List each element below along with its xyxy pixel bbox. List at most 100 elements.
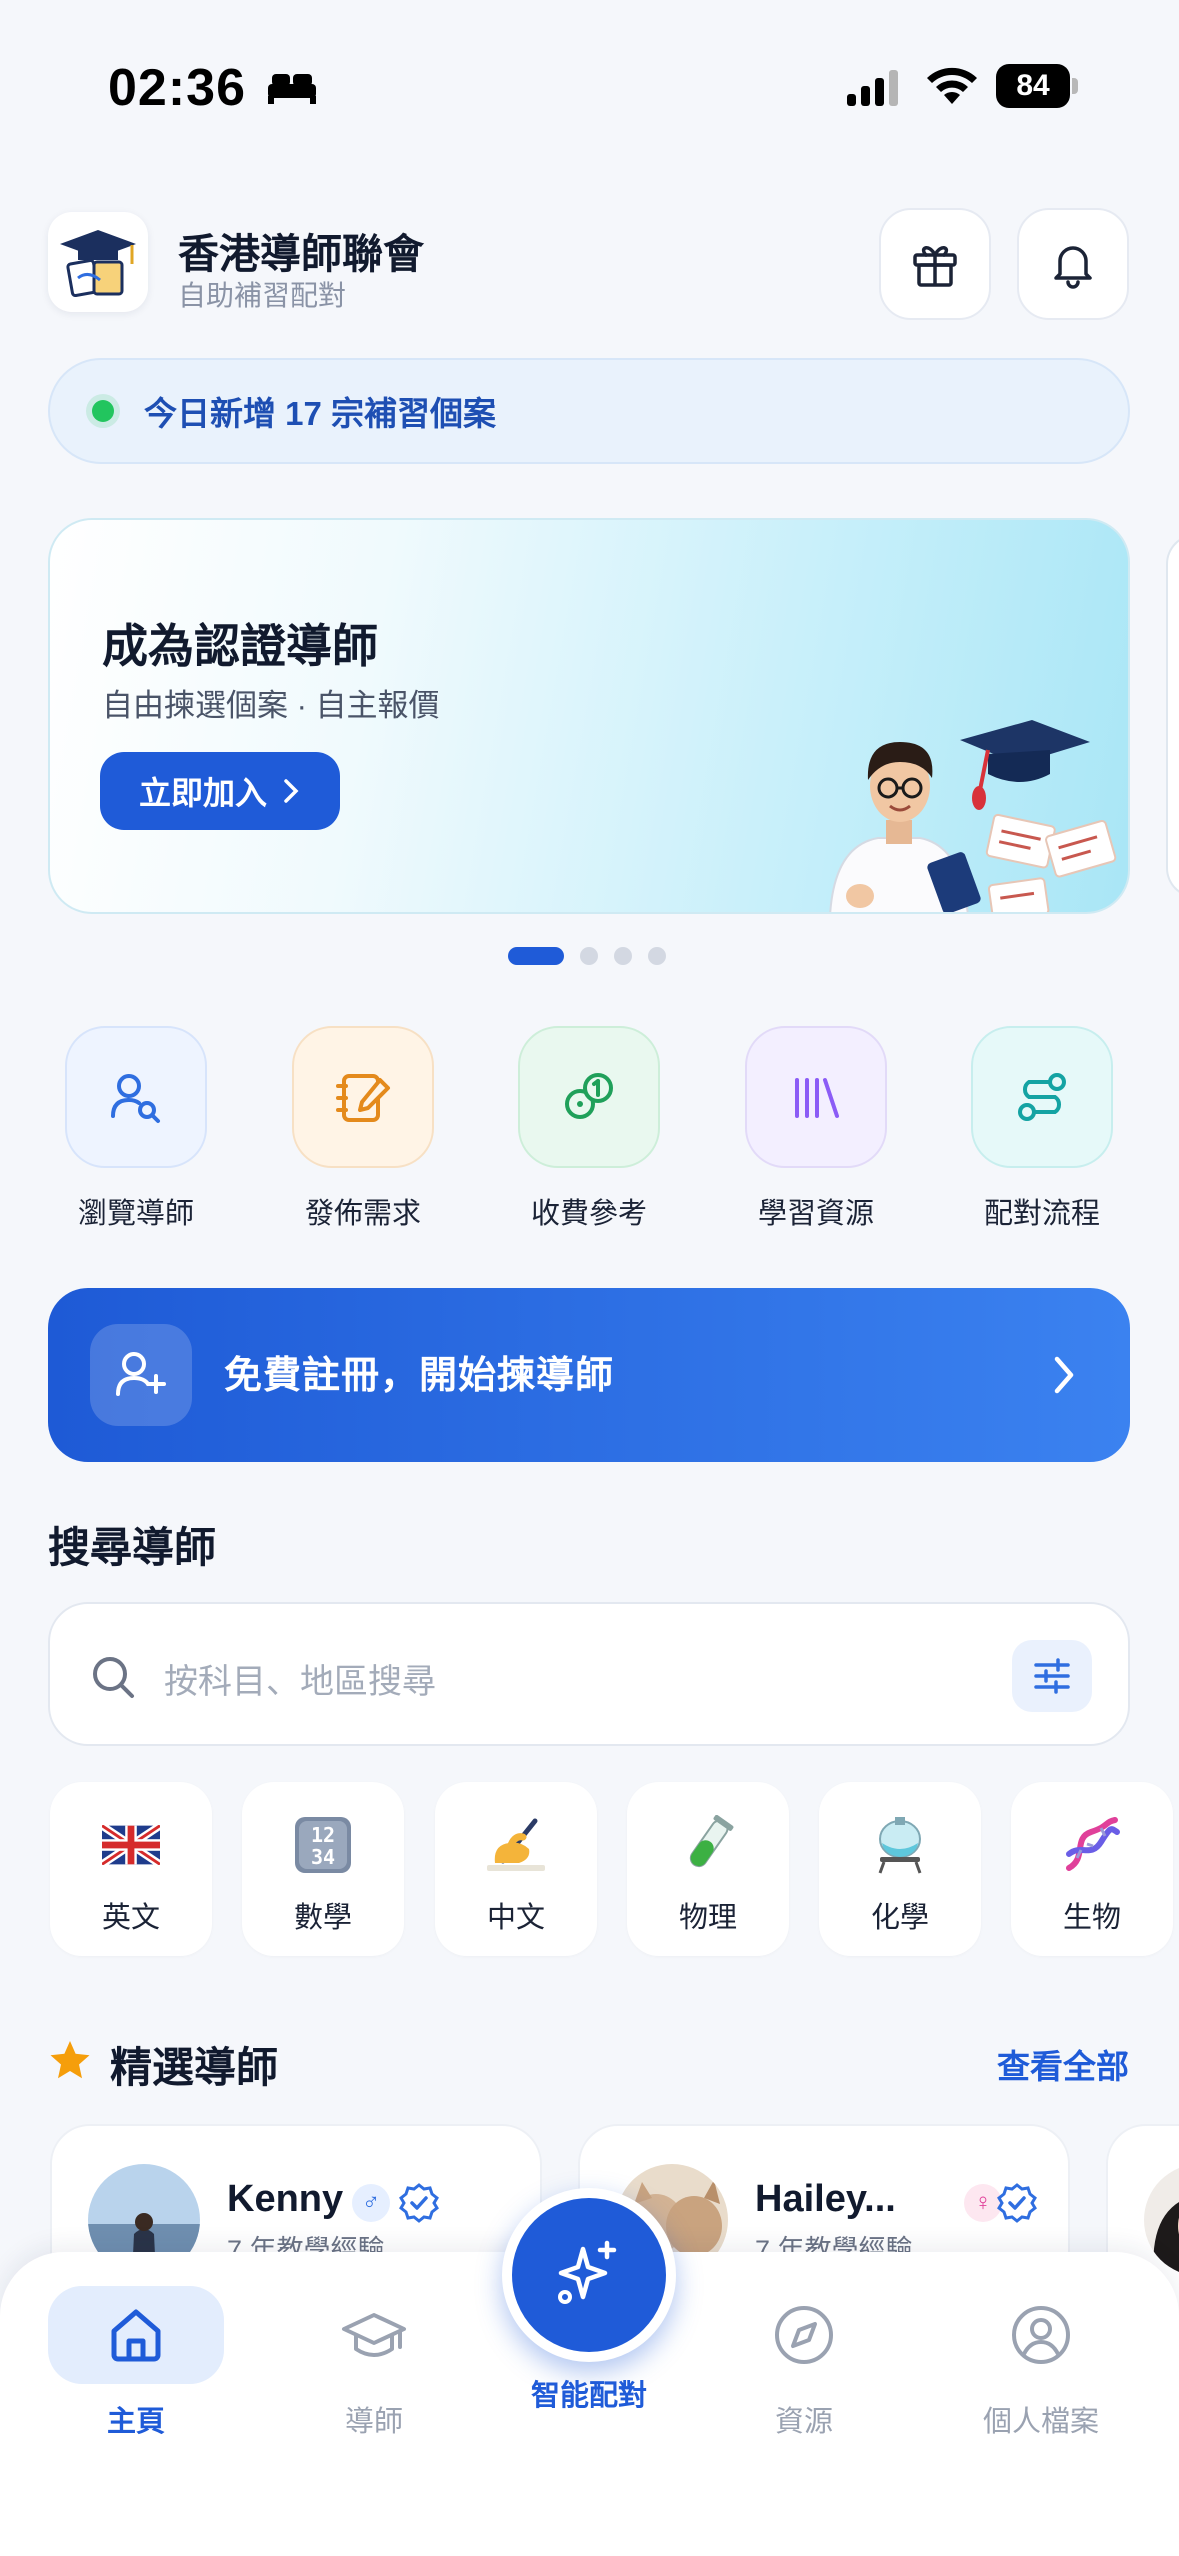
subject-label: 生物 [1062,1902,1121,1934]
banner-pagination [508,946,666,966]
gender-male-icon: ♂ [352,2184,390,2222]
subject-chemistry[interactable]: 化學 [819,1782,981,1956]
subject-chinese[interactable]: 中文 [435,1782,597,1956]
nav-resources[interactable]: 資源 [714,2286,894,2440]
avatar [1144,2164,1179,2276]
add-user-icon-wrap [90,1324,192,1426]
fee-reference-action[interactable]: 收費參考 [516,1026,662,1232]
flask-icon [878,1817,922,1874]
featured-tutors-title: 精選導師 [110,2044,279,2091]
filter-button[interactable] [1012,1640,1092,1712]
sleep-mode-icon [268,74,316,104]
subject-math[interactable]: 12 34 數學 [242,1782,404,1956]
pagination-dot[interactable] [614,947,632,965]
promo-banner[interactable]: 成為認證導師 自由揀選個案 · 自主報價 立即加入 [48,518,1130,914]
browse-tutors-tile [65,1026,207,1168]
battery-level: 84 [996,64,1070,108]
browse-tutors-action[interactable]: 瀏覽導師 [63,1026,209,1232]
app-logo [48,212,148,312]
route-icon [1018,1073,1066,1121]
nav-profile-label: 個人檔案 [982,2406,1099,2438]
subject-label: 英文 [101,1902,160,1934]
status-bar: 02:36 84 [0,0,1179,150]
search-section-title: 搜尋導師 [48,1524,217,1571]
nav-tutors[interactable]: 導師 [284,2286,464,2440]
dna-icon [1066,1817,1120,1871]
cellular-signal-icon [847,70,898,106]
app-subtitle: 自助補習配對 [178,280,347,311]
subject-label: 中文 [486,1902,545,1934]
new-cases-ticker[interactable]: 今日新增 17 宗補習個案 [48,358,1130,464]
live-indicator-dot [92,400,114,422]
pagination-dot[interactable] [648,947,666,965]
nav-home-label: 主頁 [106,2406,165,2438]
learning-resources-label: 學習資源 [757,1198,874,1230]
learning-resources-action[interactable]: 學習資源 [743,1026,889,1232]
fee-reference-label: 收費參考 [530,1198,647,1230]
coins-icon [565,1073,613,1119]
user-search-icon [111,1074,160,1123]
gift-icon [913,246,957,287]
svg-text:34: 34 [311,1845,335,1869]
subject-biology[interactable]: 生物 [1011,1782,1173,1956]
verified-badge-icon [399,2183,439,2223]
gift-button[interactable] [879,208,991,320]
graduation-logo-icon [60,230,136,298]
uk-flag-icon [102,1825,160,1865]
add-user-icon [116,1352,166,1396]
subject-label: 物理 [678,1902,737,1934]
nav-profile[interactable]: 個人檔案 [951,2286,1131,2440]
post-request-tile [292,1026,434,1168]
smart-match-button[interactable] [502,2188,676,2362]
register-cta-label: 免費註冊，開始揀導師 [224,1355,615,1397]
test-tube-icon [689,1815,734,1868]
ticker-text: 今日新增 17 宗補習個案 [144,395,497,432]
fee-reference-tile [518,1026,660,1168]
subject-english[interactable]: 英文 [50,1782,212,1956]
nav-home[interactable]: 主頁 [46,2286,226,2440]
matching-process-action[interactable]: 配對流程 [969,1026,1115,1232]
compass-icon [775,2306,833,2364]
subject-label: 數學 [293,1902,352,1934]
tutor-name: Hailey... [755,2178,896,2220]
search-input[interactable]: 按科目、地區搜尋 [164,1654,436,1703]
sliders-icon [1034,1658,1070,1694]
smart-match-label: 智能配對 [530,2380,647,2412]
star-icon [50,2041,90,2079]
register-cta-button[interactable]: 免費註冊，開始揀導師 [48,1288,1130,1462]
post-request-action[interactable]: 發佈需求 [290,1026,436,1232]
subject-physics[interactable]: 物理 [627,1782,789,1956]
notebook-edit-icon [336,1074,390,1122]
chevron-right-icon [284,779,299,803]
search-bar[interactable]: 按科目、地區搜尋 [48,1602,1130,1746]
sparkles-icon [558,2240,617,2304]
post-request-label: 發佈需求 [304,1198,421,1230]
join-now-button[interactable]: 立即加入 [100,752,340,830]
notifications-button[interactable] [1017,208,1129,320]
nav-tutors-label: 導師 [344,2406,403,2438]
subject-label: 化學 [870,1902,929,1934]
banner-subtitle: 自由揀選個案 · 自主報價 [102,688,440,723]
matching-process-label: 配對流程 [983,1198,1100,1230]
graduation-cap-icon [342,2313,406,2357]
writing-hand-icon [487,1818,545,1871]
nav-resources-label: 資源 [774,2406,833,2438]
tutor-name: Kenny [227,2178,344,2220]
wifi-icon [927,67,977,104]
banner-title: 成為認證導師 [102,620,378,672]
pagination-dot[interactable] [508,947,564,965]
bell-icon [1054,246,1092,289]
join-now-label: 立即加入 [138,775,267,811]
home-icon [111,2309,161,2362]
pagination-dot[interactable] [580,947,598,965]
user-circle-icon [1012,2306,1070,2364]
library-icon [795,1078,839,1118]
chevron-right-icon [1054,1356,1074,1394]
browse-tutors-label: 瀏覽導師 [77,1198,194,1230]
learning-resources-tile [745,1026,887,1168]
tutor-illustration [829,720,1117,912]
svg-text:12: 12 [311,1823,335,1847]
view-all-link[interactable]: 查看全部 [997,2040,1129,2088]
next-banner-peek[interactable] [1166,534,1179,898]
numbers-icon: 12 34 [295,1817,351,1873]
